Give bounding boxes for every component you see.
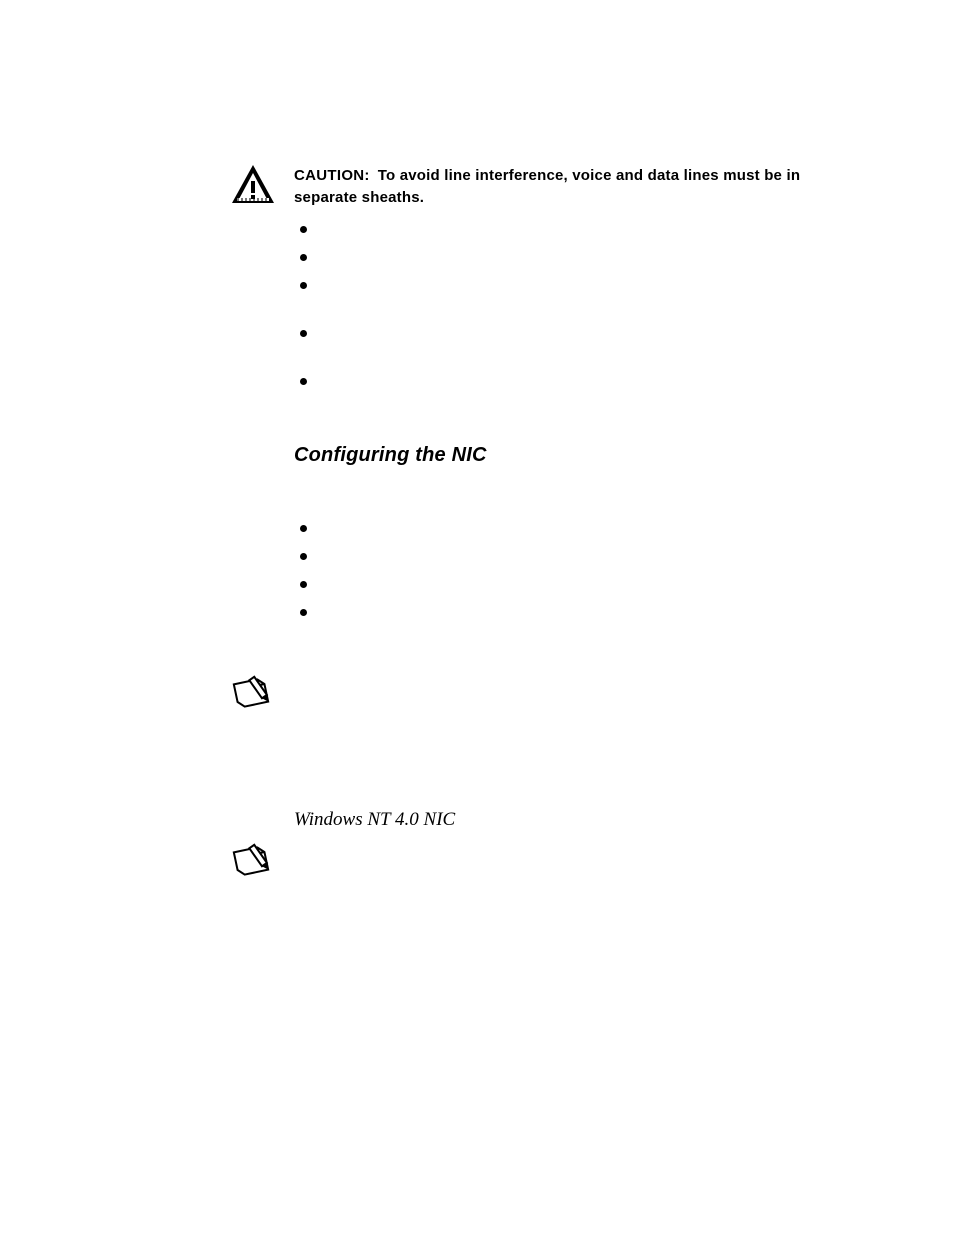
list-item [318, 320, 839, 368]
pencil-note-icon [230, 673, 274, 715]
bullets-top [294, 216, 839, 416]
list-item [318, 543, 839, 571]
list-item [318, 216, 839, 244]
bullets-top-row [0, 216, 954, 416]
gutter [0, 165, 294, 203]
note-block-2 [0, 841, 954, 921]
caution-label: CAUTION: [294, 167, 370, 184]
list-item [318, 368, 839, 416]
caution-triangle-icon [232, 165, 274, 203]
caution-block: CAUTION: To avoid line interference, voi… [0, 165, 954, 208]
list-item [318, 515, 839, 543]
list-item [318, 244, 839, 272]
section-heading: Configuring the NIC [294, 442, 839, 469]
document-page: CAUTION: To avoid line interference, voi… [0, 0, 954, 1235]
list-item [318, 599, 839, 627]
subsection-heading: Windows NT 4.0 NIC [294, 807, 839, 833]
bullets-mid [294, 515, 839, 627]
bullets-mid-row [0, 515, 954, 627]
note-block-1 [0, 673, 954, 793]
list-item [318, 571, 839, 599]
heading-row: Configuring the NIC [0, 442, 954, 469]
subheading-row: Windows NT 4.0 NIC [0, 807, 954, 833]
caution-content: CAUTION: To avoid line interference, voi… [294, 165, 839, 208]
caution-text: To avoid line interference, voice and da… [294, 167, 800, 206]
list-item [318, 272, 839, 320]
pencil-note-icon [230, 841, 274, 883]
